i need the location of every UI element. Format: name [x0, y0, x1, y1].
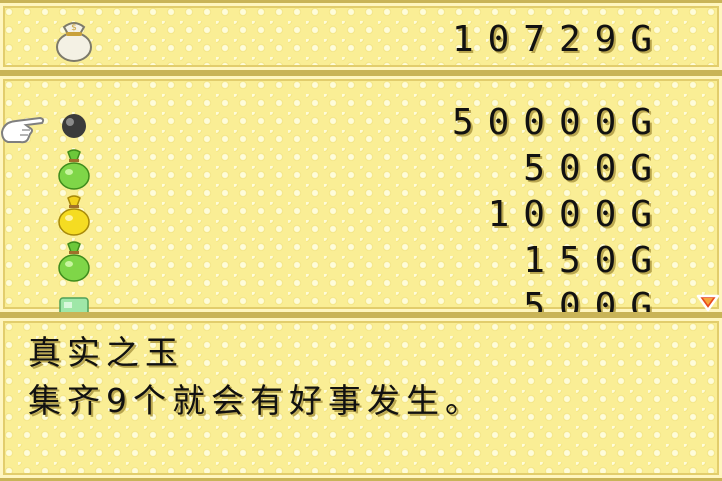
scroll-down-arrow-icon[interactable]: [694, 290, 722, 315]
shop-item-price: 1000G: [487, 194, 666, 235]
svg-text:$: $: [71, 23, 77, 33]
shop-item-price: 150G: [523, 240, 666, 281]
green-bag-icon: [58, 241, 90, 282]
shop-item-row[interactable]: 150G: [0, 238, 722, 284]
shop-item-row[interactable]: 50000G: [0, 100, 722, 146]
yellow-bag-icon: [58, 195, 90, 236]
green-bag-icon: [58, 149, 90, 190]
item-description: 集齐9个就会有好事发生。: [28, 381, 484, 420]
green-block-icon: [59, 297, 89, 312]
shop-item-price: 500G: [523, 148, 666, 189]
gold-amount: 10729G: [451, 19, 666, 60]
dark-orb-icon: [62, 114, 86, 138]
item-description-panel: 真实之玉 集齐9个就会有好事发生。: [0, 315, 722, 481]
item-name: 真实之玉: [28, 333, 184, 372]
shop-item-list: 50000G 500G 1000G 150G 500G: [0, 73, 722, 315]
shop-item-price: 50000G: [451, 102, 666, 143]
shop-item-price: 500G: [523, 286, 666, 315]
shop-item-row[interactable]: 1000G: [0, 192, 722, 238]
gold-panel: $ 10729G: [0, 0, 722, 73]
shop-item-row[interactable]: 500G: [0, 284, 722, 315]
shop-item-row[interactable]: 500G: [0, 146, 722, 192]
money-bag-icon: $: [56, 22, 92, 62]
